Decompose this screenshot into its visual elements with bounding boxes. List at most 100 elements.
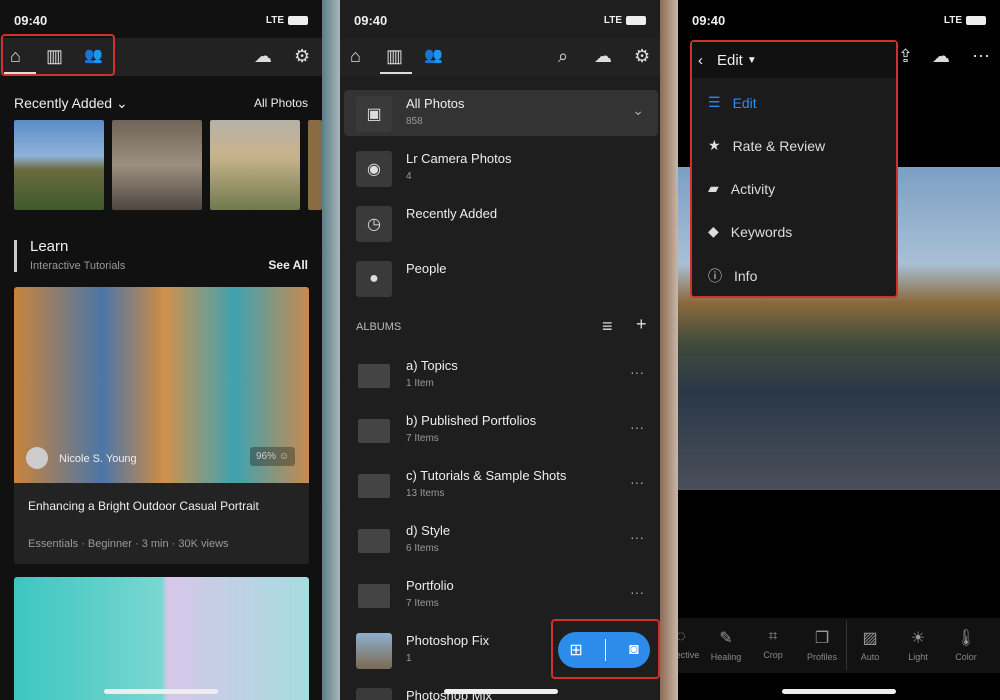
people-tab-icon[interactable]: 👥 [424,46,443,64]
album-name: a) Topics [406,358,458,373]
library-tab-icon[interactable]: ▥ [386,46,403,67]
folder-icon [358,364,390,388]
library-item-camera[interactable]: ◉ Lr Camera Photos 4 [356,147,644,195]
crop-icon: ⌗ [768,628,778,645]
status-bar: 09:40 LTE [14,10,308,30]
item-count: 4 [406,171,412,182]
tool-color[interactable]: 🌡 Color [941,628,991,662]
more-icon[interactable]: ··· [630,584,644,600]
photo-thumbnail[interactable] [14,120,104,210]
tool-label: Profiles [806,652,837,662]
chevron-down-icon[interactable]: ⌄ [632,102,644,119]
album-name: b) Published Portfolios [406,413,537,428]
menu-item-edit[interactable]: ☰ Edit [708,94,757,111]
album-row[interactable]: a) Topics 1 Item ··· [356,354,644,402]
recent-title: Recently Added [14,95,113,111]
status-bar: 09:40 LTE [692,10,986,30]
all-photos-link[interactable]: All Photos [254,96,308,110]
album-thumbnail [356,688,392,700]
menu-label: Info [734,268,758,284]
tutorial-meta: Essentials · Beginner · 3 min · 30K view… [28,538,229,550]
mode-dropdown[interactable]: ‹ Edit ▼ [692,42,896,78]
item-label: All Photos [406,96,465,111]
clock: 09:40 [354,12,388,28]
avatar [26,447,48,469]
home-screen: 09:40 LTE ⌂ ▥ 👥 ☁ ⚙ Recently Added ⌄ All … [0,0,322,700]
album-row[interactable]: b) Published Portfolios 7 Items ··· [356,409,644,457]
menu-item-rate-review[interactable]: ★ Rate & Review [708,137,825,154]
album-count: 7 Items [406,598,439,609]
album-row[interactable]: c) Tutorials & Sample Shots 13 Items ··· [356,464,644,512]
network: LTE [265,14,284,26]
learn-subtitle: Interactive Tutorials [30,260,126,272]
recently-added-dropdown[interactable]: Recently Added ⌄ [14,95,128,112]
home-indicator [104,689,218,694]
menu-item-activity[interactable]: ▰ Activity [708,180,775,197]
album-name: Portfolio [406,578,454,593]
home-indicator [444,689,558,694]
section-bar [14,240,17,272]
color-icon: 🌡 [955,630,977,647]
library-item-people[interactable]: ● People [356,257,644,305]
more-icon[interactable]: ⋯ [972,46,990,67]
library-item-all-photos[interactable]: ▣ All Photos 858 ⌄ [356,92,644,140]
album-count: 7 Items [406,433,439,444]
more-icon[interactable]: ··· [630,364,644,380]
camera-icon[interactable]: ◙ [629,641,639,659]
cloud-synced-icon[interactable]: ☁ [932,46,950,67]
back-icon[interactable]: ‹ [698,52,703,69]
clock-icon: ◷ [356,206,392,242]
sort-icon[interactable]: ≡ [602,316,613,337]
album-count: 1 [406,653,412,664]
menu-label: Activity [730,180,776,197]
add-photo-icon[interactable]: ⊞ [569,640,582,660]
album-thumbnail [356,633,392,669]
profiles-icon: ❐ [814,630,830,647]
smiley-icon: ☺ [278,451,289,462]
album-name: c) Tutorials & Sample Shots [406,468,567,483]
cloud-icon[interactable]: ☁ [254,46,272,67]
folder-icon [358,584,390,608]
menu-label: Rate & Review [732,137,826,154]
share-icon[interactable]: ⇪ [898,46,913,67]
folder-icon [358,474,390,498]
photo-thumbnail[interactable] [210,120,300,210]
tool-label: Healing [710,652,742,662]
folder-icon [358,529,390,553]
more-icon[interactable]: ··· [630,474,644,490]
album-row[interactable]: Portfolio 7 Items ··· [356,574,644,622]
active-tab-indicator [380,72,412,74]
more-icon[interactable]: ··· [630,419,644,435]
mode-label: Edit [717,51,743,69]
see-all-link[interactable]: See All [268,258,308,272]
library-item-recent[interactable]: ◷ Recently Added [356,202,644,250]
battery-icon [626,15,646,25]
photo-thumbnail[interactable] [112,120,202,210]
tutorial-card-image[interactable] [14,577,309,700]
search-icon[interactable]: ⌕ [558,46,568,67]
settings-icon[interactable]: ⚙ [294,46,310,67]
item-count: 858 [406,116,423,127]
tutorial-card[interactable]: Nicole S. Young 96% ☺ Enhancing a Bright… [14,287,309,564]
status-bar: 09:40 LTE [354,10,646,30]
tool-profiles[interactable]: ❐ Profiles [797,628,847,662]
tool-label: Crop [763,650,783,660]
add-album-icon[interactable]: + [636,314,647,335]
more-icon[interactable]: ··· [630,529,644,545]
album-row[interactable]: d) Style 6 Items ··· [356,519,644,567]
tool-crop[interactable]: ⌗ Crop [748,628,798,660]
rating-badge: 96% ☺ [249,447,295,466]
rating-value: 96% [255,451,276,462]
tool-healing[interactable]: ✎ Healing [701,628,751,662]
settings-icon[interactable]: ⚙ [634,46,650,67]
add-photos-fab[interactable]: ⊞ ◙ [558,632,650,668]
menu-item-keywords[interactable]: ◆ Keywords [708,223,792,240]
albums-header: ALBUMS [356,321,402,333]
menu-item-info[interactable]: ⓘ Info [708,266,757,286]
photo-thumbnail[interactable] [308,120,322,210]
home-tab-icon[interactable]: ⌂ [350,46,361,67]
network: LTE [603,14,622,26]
cloud-icon[interactable]: ☁ [594,46,612,67]
tool-light[interactable]: ☀ Light [893,628,943,662]
tool-auto[interactable]: ▨ Auto [845,628,895,662]
